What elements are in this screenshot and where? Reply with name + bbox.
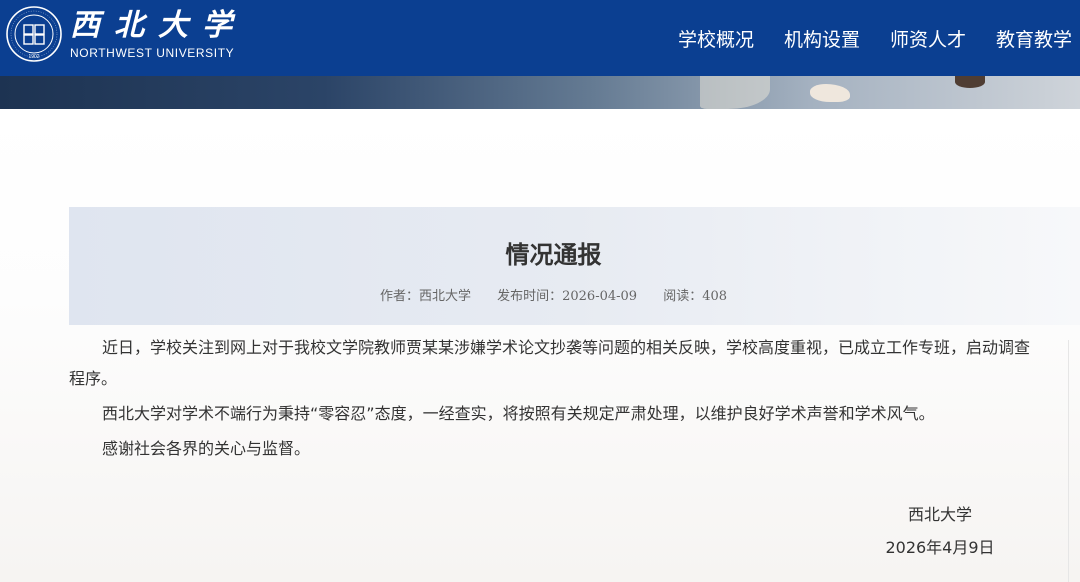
nav-item-about[interactable]: 学校概况: [678, 25, 754, 52]
main-nav: 学校概况 机构设置 师资人才 教育教学: [648, 0, 1072, 76]
nav-item-faculty[interactable]: 师资人才: [890, 25, 966, 52]
article-header: 情况通报 作者：西北大学 发布时间：2026-04-09 阅读：408: [69, 207, 1080, 325]
article-author: 作者：西北大学: [379, 289, 471, 304]
article-read-count: 阅读：408: [663, 289, 728, 304]
brand-english-name: NORTHWEST UNIVERSITY: [70, 46, 235, 60]
brand-chinese-name: 西北大学: [70, 8, 246, 43]
signature-org: 西北大学: [907, 505, 972, 524]
article-publish-time: 发布时间：2026-04-09: [497, 289, 638, 304]
divider: [1068, 340, 1069, 582]
nav-item-organizations[interactable]: 机构设置: [784, 25, 860, 52]
signature-date: 2026年4月9日: [885, 538, 995, 557]
article-paragraph: 近日，学校关注到网上对于我校文学院教师贾某某涉嫌学术论文抄袭等问题的相关反映，学…: [69, 338, 1031, 388]
university-logo[interactable]: 1902 西北大学 NORTHWEST UNIVERSITY: [6, 6, 246, 62]
university-seal-icon: 1902: [6, 6, 62, 62]
banner-decor: [810, 84, 850, 102]
article-body: 近日，学校关注到网上对于我校文学院教师贾某某涉嫌学术论文抄袭等问题的相关反映，学…: [69, 332, 1039, 468]
article-signature: 西北大学 2026年4月9日: [870, 498, 1010, 564]
top-header: 1902 西北大学 NORTHWEST UNIVERSITY 学校概况 机构设置…: [0, 0, 1080, 76]
banner-decor: [700, 76, 770, 109]
svg-text:1902: 1902: [28, 54, 39, 60]
article-title: 情况通报: [505, 241, 602, 269]
banner-decor: [955, 76, 985, 88]
brand-text: 西北大学 NORTHWEST UNIVERSITY: [70, 8, 246, 60]
banner-image: [0, 76, 1080, 109]
article-paragraph: 感谢社会各界的关心与监督。: [102, 439, 311, 458]
article-paragraph: 西北大学对学术不端行为秉持“零容忍”态度，一经查实，将按照有关规定严肃处理，以维…: [102, 404, 935, 423]
article-meta: 作者：西北大学 发布时间：2026-04-09 阅读：408: [69, 285, 1038, 304]
nav-item-education[interactable]: 教育教学: [996, 25, 1072, 52]
